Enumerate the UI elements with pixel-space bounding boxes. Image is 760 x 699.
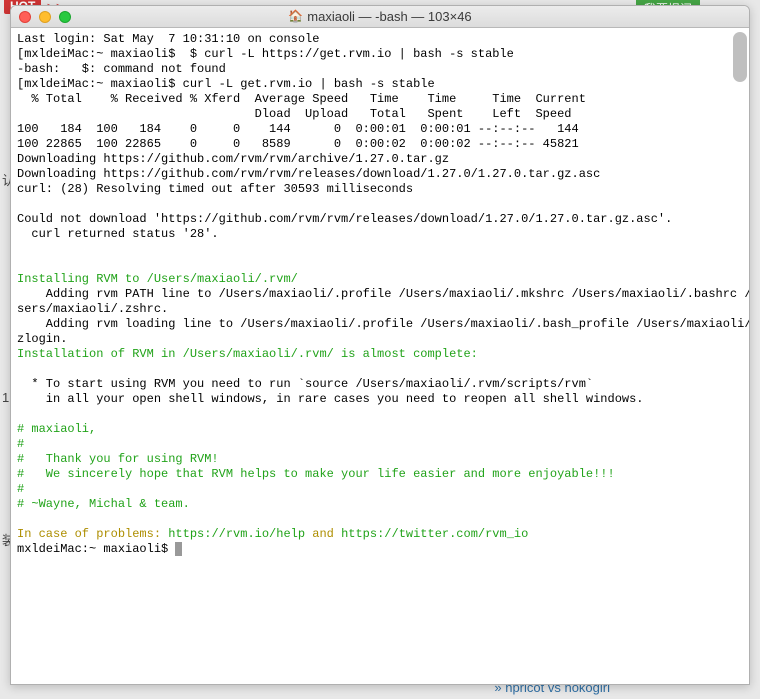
traffic-lights	[19, 11, 71, 23]
terminal-line: zlogin.	[17, 332, 67, 346]
terminal-line: Downloading https://github.com/rvm/rvm/r…	[17, 167, 600, 181]
terminal-line: # We sincerely hope that RVM helps to ma…	[17, 467, 615, 481]
terminal-line: Adding rvm PATH line to /Users/maxiaoli/…	[17, 287, 749, 301]
help-link: https://rvm.io/help	[168, 527, 305, 541]
terminal-line: Adding rvm loading line to /Users/maxiao…	[17, 317, 749, 331]
terminal-line: sers/maxiaoli/.zshrc.	[17, 302, 168, 316]
window-title: maxiaoli — -bash — 103×46	[307, 9, 471, 24]
terminal-line: curl: (28) Resolving timed out after 305…	[17, 182, 413, 196]
terminal-line: # Thank you for using RVM!	[17, 452, 219, 466]
close-button[interactable]	[19, 11, 31, 23]
terminal-line: #	[17, 482, 24, 496]
terminal-window: 🏠 maxiaoli — -bash — 103×46 Last login: …	[10, 5, 750, 685]
terminal-line: Installing RVM to /Users/maxiaoli/.rvm/	[17, 272, 298, 286]
terminal-line: -bash: $: command not found	[17, 62, 226, 76]
zoom-button[interactable]	[59, 11, 71, 23]
terminal-line: 100 22865 100 22865 0 0 8589 0 0:00:02 0…	[17, 137, 579, 151]
terminal-line: #	[17, 437, 24, 451]
terminal-line: [mxldeiMac:~ maxiaoli$ curl -L get.rvm.i…	[17, 77, 435, 91]
window-title-wrapper: 🏠 maxiaoli — -bash — 103×46	[11, 9, 749, 24]
help-link: https://twitter.com/rvm_io	[341, 527, 528, 541]
help-and: and	[305, 527, 341, 541]
terminal-line: curl returned status '28'.	[17, 227, 219, 241]
terminal-line: % Total % Received % Xferd Average Speed…	[17, 92, 586, 106]
terminal-line: Could not download 'https://github.com/r…	[17, 212, 672, 226]
terminal-line: [mxldeiMac:~ maxiaoli$ $ curl -L https:/…	[17, 47, 514, 61]
minimize-button[interactable]	[39, 11, 51, 23]
terminal-output[interactable]: Last login: Sat May 7 10:31:10 on consol…	[11, 28, 749, 684]
home-icon: 🏠	[288, 9, 303, 24]
terminal-line: # maxiaoli,	[17, 422, 96, 436]
scrollbar-thumb[interactable]	[733, 32, 747, 82]
terminal-line: Dload Upload Total Spent Left Speed	[17, 107, 572, 121]
terminal-line: 100 184 100 184 0 0 144 0 0:00:01 0:00:0…	[17, 122, 579, 136]
prompt: mxldeiMac:~ maxiaoli$	[17, 542, 175, 556]
terminal-line: Downloading https://github.com/rvm/rvm/a…	[17, 152, 449, 166]
terminal-line: in all your open shell windows, in rare …	[17, 392, 644, 406]
terminal-line: # ~Wayne, Michal & team.	[17, 497, 190, 511]
help-prefix: In case of problems:	[17, 527, 168, 541]
terminal-line: Last login: Sat May 7 10:31:10 on consol…	[17, 32, 319, 46]
terminal-line: * To start using RVM you need to run `so…	[17, 377, 593, 391]
background-fragment: 1	[2, 390, 9, 405]
terminal-line: Installation of RVM in /Users/maxiaoli/.…	[17, 347, 478, 361]
cursor	[175, 542, 182, 556]
titlebar: 🏠 maxiaoli — -bash — 103×46	[11, 6, 749, 28]
